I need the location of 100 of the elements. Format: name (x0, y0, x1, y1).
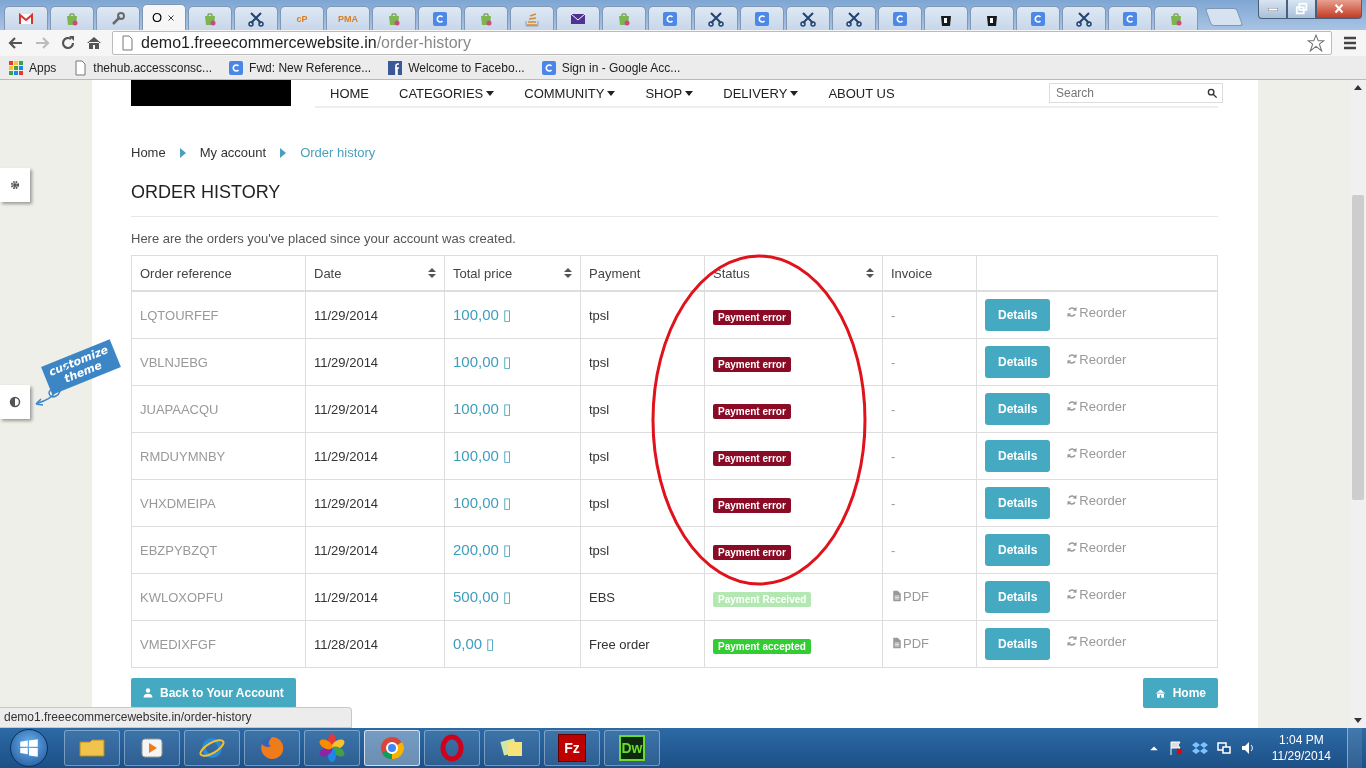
taskbar-app[interactable] (484, 730, 540, 766)
browser-tab[interactable] (786, 6, 830, 30)
taskbar-app[interactable] (424, 730, 480, 766)
scissors-icon (248, 10, 264, 27)
taskbar-app[interactable]: Fz (544, 730, 600, 766)
sort-icon (428, 268, 436, 278)
google-icon (754, 10, 770, 27)
column-header[interactable]: Total price (444, 255, 581, 291)
refresh-icon (1066, 588, 1079, 600)
restore-button[interactable] (1287, 0, 1316, 19)
pdf-link[interactable]: PDF (891, 635, 929, 651)
invoice-empty: - (891, 495, 896, 511)
status-badge: Payment error (713, 544, 791, 560)
taskbar-app[interactable]: Dw (604, 730, 660, 766)
taskbar-app[interactable] (244, 730, 300, 766)
details-button[interactable]: Details (985, 628, 1051, 660)
details-button[interactable]: Details (985, 393, 1051, 425)
details-button[interactable]: Details (985, 440, 1051, 472)
refresh-icon (1066, 541, 1079, 553)
browser-tab[interactable] (832, 6, 876, 30)
reorder-link[interactable]: Reorder (1066, 492, 1127, 508)
details-button[interactable]: Details (985, 581, 1051, 613)
new-tab-button[interactable] (1204, 8, 1244, 26)
facebook-icon (387, 59, 404, 76)
browser-tab[interactable] (970, 6, 1014, 30)
nav-link[interactable]: CATEGORIES (399, 85, 495, 101)
breadcrumb-link[interactable]: Order history (300, 145, 376, 160)
taskbar-app[interactable] (184, 730, 240, 766)
reorder-link[interactable]: Reorder (1066, 586, 1127, 602)
reorder-link[interactable]: Reorder (1066, 398, 1127, 414)
caret-icon (790, 90, 799, 96)
close-icon (166, 12, 177, 23)
address-bar[interactable]: demo1.freeecommercewebsite.in/order-history (112, 31, 1332, 55)
status-badge: Payment accepted (713, 638, 811, 654)
nav-link[interactable]: COMMUNITY (524, 85, 616, 101)
details-button[interactable]: Details (985, 299, 1051, 331)
bookmark[interactable]: Welcome to Facebo... (387, 59, 525, 76)
browser-tab[interactable] (1062, 6, 1106, 30)
browser-tab[interactable] (694, 6, 738, 30)
browser-tab[interactable]: cP (280, 6, 324, 30)
nav-link[interactable]: HOME (330, 85, 369, 101)
taskbar-app[interactable] (124, 730, 180, 766)
column-header: Invoice (882, 255, 977, 291)
reorder-link[interactable]: Reorder (1066, 304, 1127, 320)
nav-link[interactable]: DELIVERY (723, 85, 799, 101)
home-icon (1154, 687, 1166, 699)
dreamweaver-logo: Dw (619, 735, 645, 761)
invoice-empty: - (891, 401, 896, 417)
refresh-icon (1066, 353, 1079, 365)
contrast-button[interactable] (0, 385, 30, 419)
pdf-link[interactable]: PDF (891, 588, 929, 604)
browser-tab[interactable] (234, 6, 278, 30)
bookmark[interactable]: Apps (8, 59, 57, 76)
google-icon (540, 59, 557, 76)
settings-button[interactable] (0, 168, 30, 202)
reload-icon (60, 35, 76, 51)
breadcrumb-link[interactable]: Home (131, 145, 166, 160)
reorder-link[interactable]: Reorder (1066, 539, 1127, 555)
bookmark[interactable]: Fwd: New Reference... (228, 59, 372, 76)
start-button[interactable] (10, 729, 48, 767)
scrollbar[interactable] (1350, 80, 1366, 728)
back-to-account-button[interactable]: Back to Your Account (131, 678, 296, 708)
nav-link[interactable]: ABOUT US (828, 85, 895, 101)
scissors-icon (1076, 10, 1092, 27)
browser-tab[interactable]: O (142, 4, 186, 30)
reorder-link[interactable]: Reorder (1066, 445, 1127, 461)
scissors-icon (846, 10, 862, 27)
breadcrumb-link[interactable]: My account (199, 145, 267, 160)
details-button[interactable]: Details (985, 487, 1051, 519)
browser-tab[interactable] (556, 6, 600, 30)
taskbar-app[interactable] (364, 730, 420, 766)
status-url-text: demo1.freeecommercewebsite.in/order-history (0, 707, 353, 728)
status-badge: Payment error (713, 356, 791, 372)
reorder-link[interactable]: Reorder (1066, 633, 1127, 649)
back-button[interactable] (8, 35, 24, 51)
table-cell: tpsl (580, 291, 705, 339)
taskbar-app[interactable] (64, 730, 120, 766)
reorder-link[interactable]: Reorder (1066, 351, 1127, 367)
show-desktop-button[interactable] (1347, 728, 1362, 768)
browser-tab[interactable] (924, 6, 968, 30)
bookmark[interactable]: Sign in - Google Acc... (540, 59, 681, 76)
nav-link[interactable]: SHOP (645, 85, 694, 101)
table-cell: 11/29/2014 (305, 573, 445, 621)
bookmark[interactable]: thehub.accessconsc... (72, 59, 213, 76)
reload-button[interactable] (60, 35, 76, 51)
minimize-button[interactable] (1258, 0, 1287, 19)
shopping-bag-icon (386, 10, 402, 27)
table-cell: 11/29/2014 (305, 291, 445, 339)
search-field[interactable]: Search (1049, 83, 1223, 103)
home-button[interactable]: Home (1142, 678, 1218, 708)
close-button[interactable] (1316, 0, 1362, 19)
menu-button[interactable] (1342, 35, 1358, 51)
browser-tab[interactable]: PMA (326, 6, 370, 30)
taskbar-app[interactable] (304, 730, 360, 766)
column-header[interactable]: Date (305, 255, 445, 291)
clock[interactable]: 1:04 PM 11/29/2014 (1263, 732, 1339, 764)
home-button[interactable] (86, 35, 102, 51)
details-button[interactable]: Details (985, 346, 1051, 378)
details-button[interactable]: Details (985, 534, 1051, 566)
filezilla-logo: Fz (558, 734, 586, 762)
